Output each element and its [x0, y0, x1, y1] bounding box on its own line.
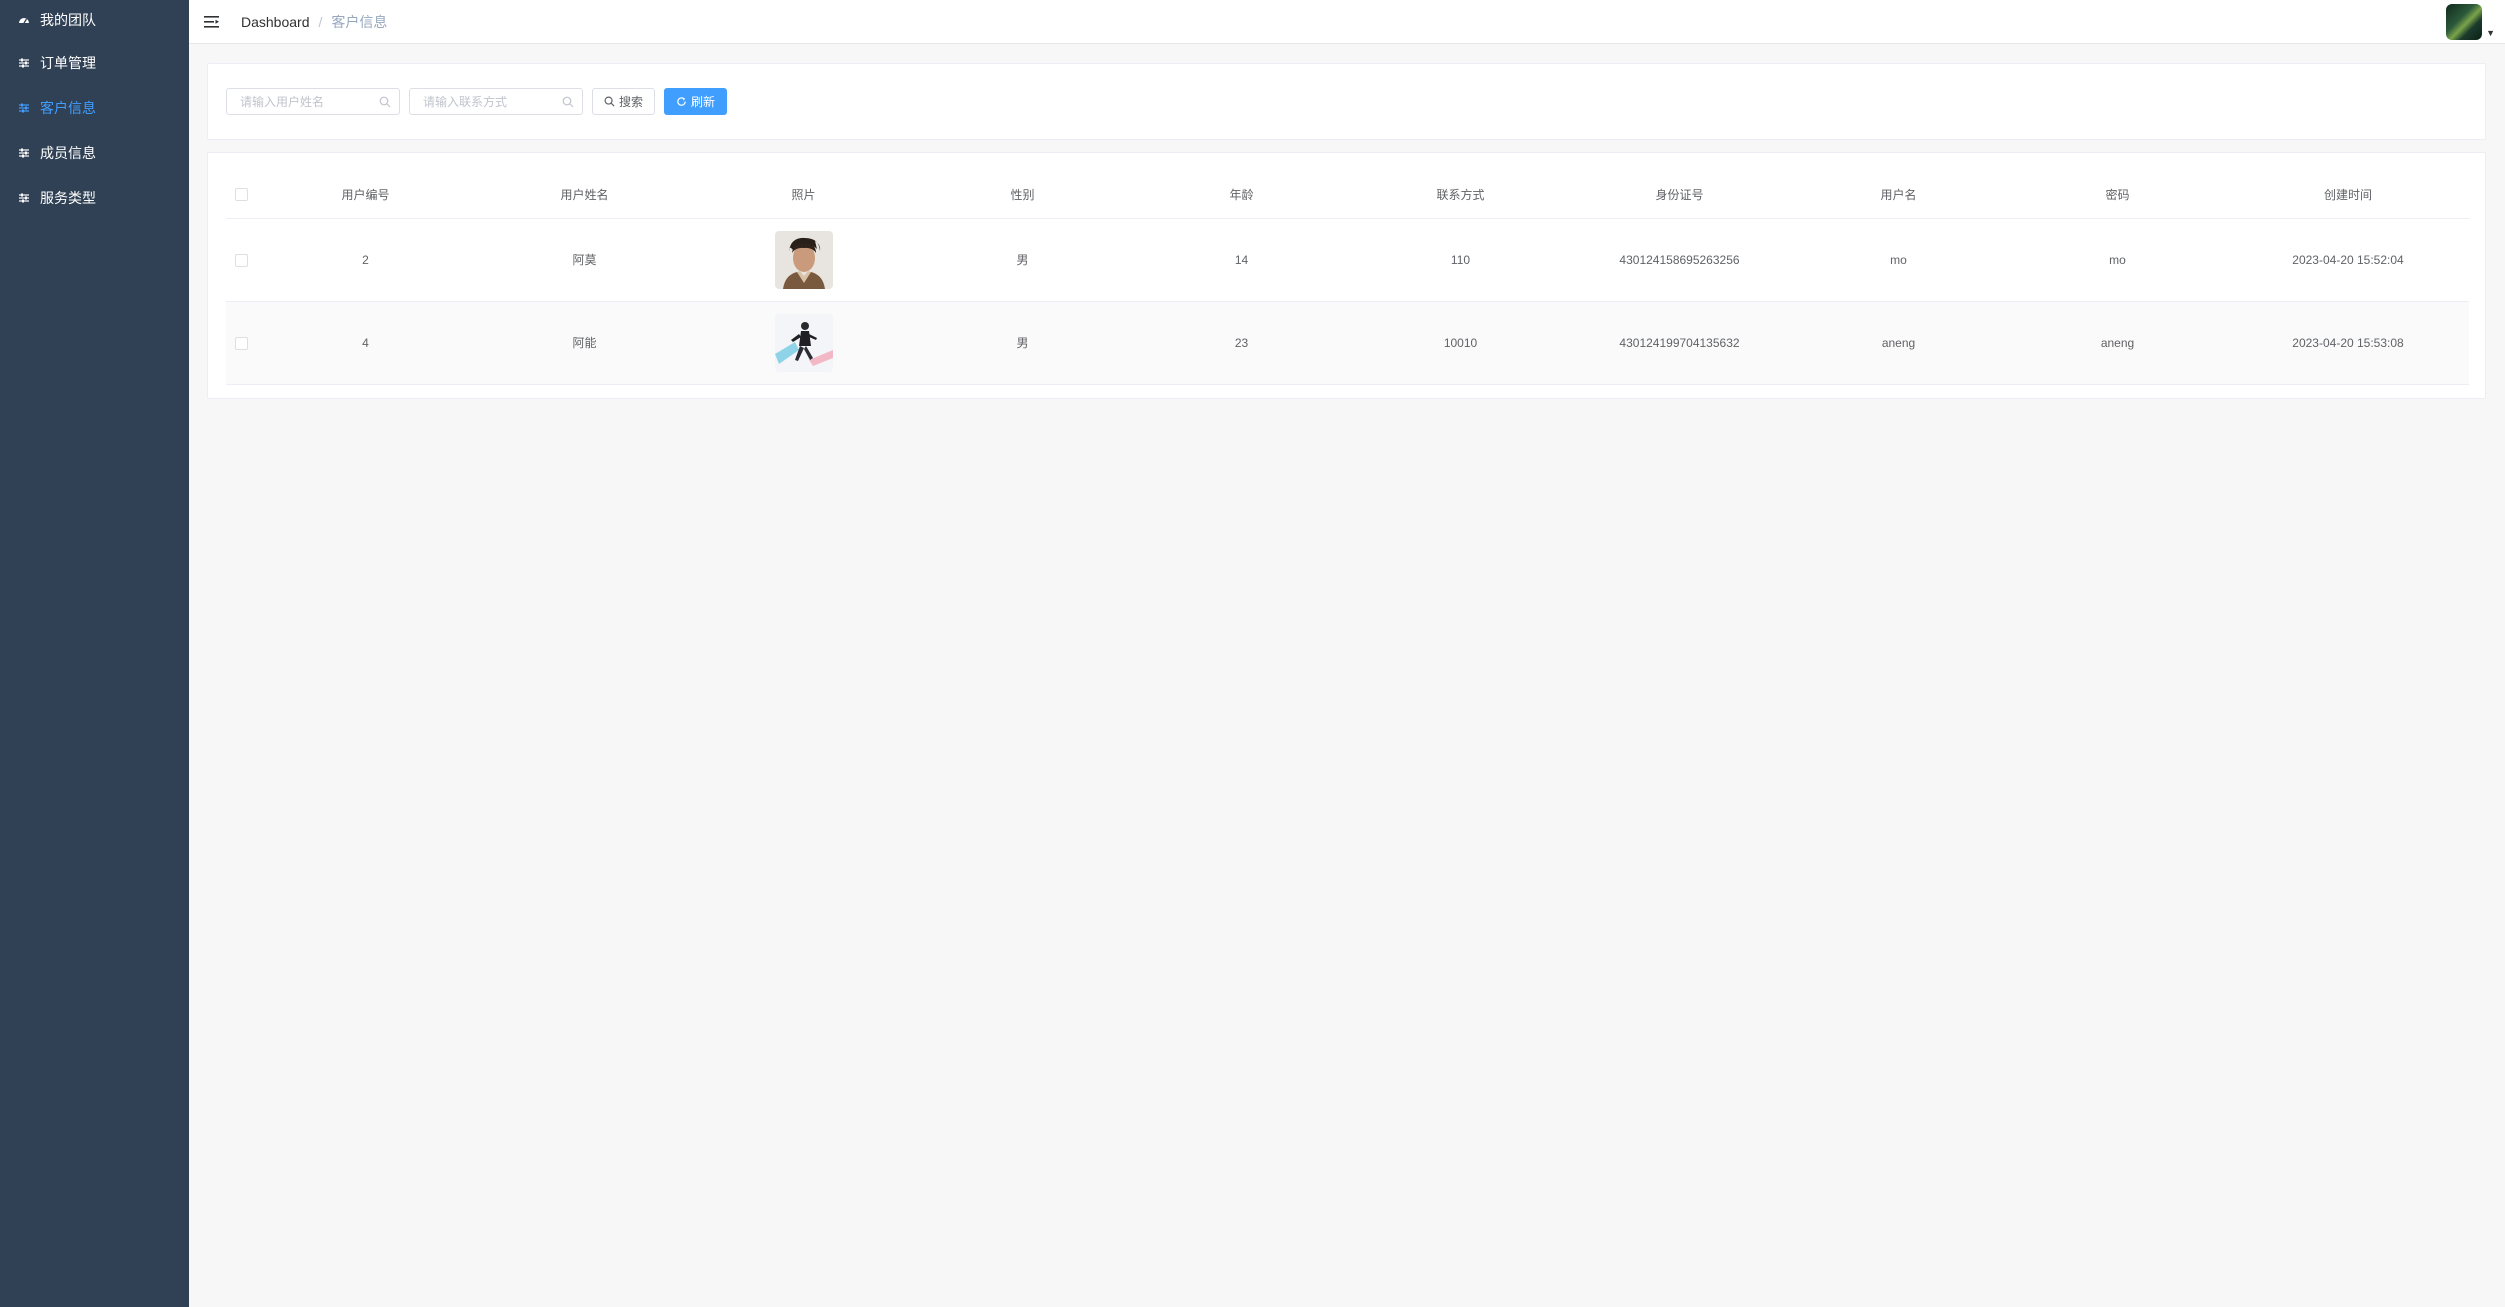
name-search-field[interactable]: [226, 88, 400, 115]
search-icon: [562, 96, 574, 108]
cell-contact: 110: [1351, 218, 1570, 302]
customer-table: 用户编号 用户姓名 照片 性别 年龄 联系方式 身份证号 用户名 密码 创建时间…: [226, 171, 2469, 385]
cell-photo: [694, 218, 913, 302]
breadcrumb-separator: /: [318, 13, 323, 30]
sidebar-item-label: 订单管理: [40, 54, 96, 71]
sliders-icon: [17, 56, 31, 70]
select-all-cell: [226, 171, 256, 219]
column-header[interactable]: 用户姓名: [475, 171, 694, 219]
user-photo[interactable]: [774, 230, 833, 289]
search-bar: 搜索 刷新: [207, 63, 2486, 140]
column-header[interactable]: 用户名: [1789, 171, 2008, 219]
search-button-label: 搜索: [619, 95, 644, 109]
cell-created-time: 2023-04-20 15:52:04: [2227, 218, 2469, 302]
column-header[interactable]: 用户编号: [256, 171, 475, 219]
cell-user-name: 阿莫: [475, 218, 694, 302]
column-header[interactable]: 创建时间: [2227, 171, 2469, 219]
sidebar-item-label: 服务类型: [40, 189, 96, 206]
sidebar-item-service-types[interactable]: 服务类型: [0, 175, 189, 220]
column-header[interactable]: 照片: [694, 171, 913, 219]
column-header[interactable]: 身份证号: [1570, 171, 1789, 219]
name-search-input[interactable]: [240, 94, 379, 109]
refresh-button-label: 刷新: [691, 95, 716, 109]
row-select-cell: [226, 218, 256, 302]
breadcrumb: Dashboard / 客户信息: [241, 12, 387, 32]
contact-search-input[interactable]: [423, 94, 562, 109]
avatar[interactable]: [2446, 4, 2483, 40]
cell-contact: 10010: [1351, 301, 1570, 385]
navbar: Dashboard / 客户信息 ▼: [189, 0, 2505, 44]
row-select-cell: [226, 301, 256, 385]
cell-username: mo: [1789, 218, 2008, 302]
cell-user-name: 阿能: [475, 301, 694, 385]
cell-id-card: 430124158695263256: [1570, 218, 1789, 302]
sliders-icon: [17, 191, 31, 205]
search-button[interactable]: 搜索: [592, 88, 656, 115]
cell-password: aneng: [2008, 301, 2227, 385]
refresh-icon: [676, 96, 687, 107]
customer-table-card: 用户编号 用户姓名 照片 性别 年龄 联系方式 身份证号 用户名 密码 创建时间…: [207, 152, 2486, 399]
cell-created-time: 2023-04-20 15:53:08: [2227, 301, 2469, 385]
table-row[interactable]: 2 阿莫 男 14 110 430124158695263256 mo mo 2…: [226, 218, 2469, 302]
sliders-icon: [17, 101, 31, 115]
column-header[interactable]: 联系方式: [1351, 171, 1570, 219]
row-checkbox[interactable]: [234, 253, 248, 267]
search-icon: [379, 96, 391, 108]
cell-gender: 男: [913, 218, 1132, 302]
breadcrumb-home[interactable]: Dashboard: [241, 14, 310, 30]
select-all-checkbox[interactable]: [234, 188, 248, 202]
sidebar-item-label: 成员信息: [40, 144, 96, 161]
table-header-row: 用户编号 用户姓名 照片 性别 年龄 联系方式 身份证号 用户名 密码 创建时间: [226, 171, 2469, 219]
hamburger-icon[interactable]: [203, 13, 221, 31]
sidebar-item-label: 我的团队: [40, 12, 96, 28]
main-area: Dashboard / 客户信息 ▼ 搜索: [189, 0, 2505, 1307]
sidebar-item-my-team[interactable]: 我的团队: [0, 0, 189, 40]
column-header[interactable]: 密码: [2008, 171, 2227, 219]
row-checkbox[interactable]: [234, 336, 248, 350]
cell-user-id: 4: [256, 301, 475, 385]
sidebar-item-members[interactable]: 成员信息: [0, 130, 189, 175]
column-header[interactable]: 性别: [913, 171, 1132, 219]
cell-gender: 男: [913, 301, 1132, 385]
cell-age: 14: [1132, 218, 1351, 302]
sidebar-item-orders[interactable]: 订单管理: [0, 40, 189, 85]
table-row[interactable]: 4 阿能 男 23 10010 430124199704135632 aneng…: [226, 301, 2469, 385]
sliders-icon: [17, 146, 31, 160]
cell-username: aneng: [1789, 301, 2008, 385]
sidebar: 我的团队 订单管理 客户信息 成员信息 服务类型: [0, 0, 189, 1307]
cell-user-id: 2: [256, 218, 475, 302]
breadcrumb-current: 客户信息: [331, 13, 388, 30]
user-photo[interactable]: [774, 313, 833, 372]
user-menu[interactable]: ▼: [2446, 4, 2495, 40]
sidebar-item-customers[interactable]: 客户信息: [0, 85, 189, 130]
column-header[interactable]: 年龄: [1132, 171, 1351, 219]
contact-search-field[interactable]: [409, 88, 583, 115]
cell-id-card: 430124199704135632: [1570, 301, 1789, 385]
refresh-button[interactable]: 刷新: [664, 88, 728, 115]
sidebar-item-label: 客户信息: [40, 99, 96, 116]
search-icon: [604, 96, 615, 107]
cell-password: mo: [2008, 218, 2227, 302]
cell-photo: [694, 301, 913, 385]
cell-age: 23: [1132, 301, 1351, 385]
caret-down-icon[interactable]: ▼: [2486, 28, 2495, 38]
dashboard-icon: [17, 13, 31, 27]
